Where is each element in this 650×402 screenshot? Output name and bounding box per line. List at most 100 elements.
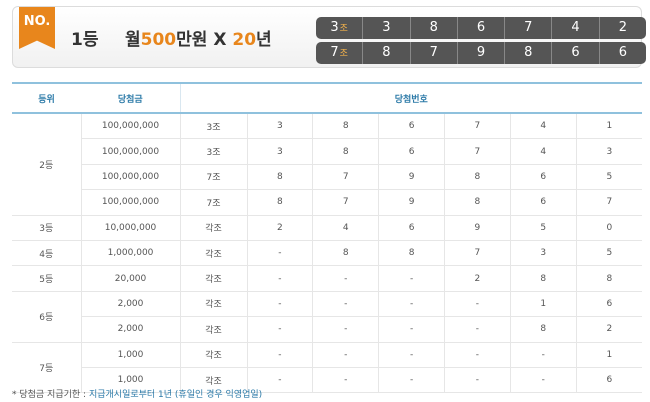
prize-table-body: 2등 100,000,000 3조 3 8 6 7 4 1 100,000,000 3조 3 8 6 7 4 3… [12,113,642,394]
amount-cell: 2,000 [80,316,180,343]
table-row: 4등 1,000,000 각조 -8 8 7 3 5 [12,240,642,267]
table-row: 3등 10,000,000 각조 2 4 6 9 5 0 [12,215,642,241]
prize-suffix: 만원 [176,30,208,50]
group-cell: 7조 [179,164,247,191]
digit-cell: 9 [378,164,445,191]
digit-cell: - [509,342,577,368]
footnote-text: 지급개시일로부터 1년 (휴일인 경우 익영업일) [88,390,263,400]
digit-cell: 8 [409,17,457,39]
digit-cell: 3 [246,113,313,140]
digit-cell: - [312,265,379,292]
digit-cell: - [312,316,379,343]
digit-cell: - [443,291,511,318]
no-badge: NO. [19,7,55,49]
amount-cell: 100,000,000 [80,113,180,140]
digit-cell: 3 [362,17,409,39]
winning-number-row-2: 7조 8 7 9 8 6 6 [316,42,646,64]
digit-cell: 5 [509,215,577,241]
digit-cell: - [378,265,445,292]
prize-years: 20 [232,30,257,50]
winning-number-row-1: 3조 3 8 6 7 4 2 [316,17,646,39]
digit-cell: 8 [443,189,511,216]
group-cell: 각조 [179,215,247,241]
table-row: 2등 100,000,000 3조 3 8 6 7 4 1 [12,113,642,216]
table-row: 2,000 각조 - - - -8 2 [12,316,642,343]
digit-cell: 7 [312,164,379,191]
group-unit: 조 [339,49,348,59]
digit-cell: 7 [409,42,457,64]
group-unit: 조 [339,24,348,34]
header-rank: 등위 [12,82,81,114]
table-row: 100,000,000 7조 8 7 9 8 6 7 [12,189,642,216]
digit-cell: - [246,240,313,267]
amount-cell: 100,000,000 [80,138,180,165]
prize-table: 등위 당첨금 당첨번호 2등 100,000,000 3조 3 8 6 7 4 1 100,000… [12,82,642,394]
digit-cell: 1 [575,113,642,140]
amount-cell: 20,000 [80,265,180,292]
group-cell: 7조 [179,189,247,216]
footnote-label: * 당첨금 지급기한 : [12,390,87,400]
digit-cell: 6 [456,17,504,39]
digit-cell: 8 [378,240,445,267]
amount-cell: 100,000,000 [80,164,180,191]
digit-cell: 6 [509,189,577,216]
group-cell: 3조 [179,113,247,140]
group-cell: 각조 [179,342,247,368]
table-row: 100,000,000 7조 8 7 9 8 6 5 [12,164,642,191]
digit-cell: 6 [378,113,445,140]
digit-cell: 2 [443,265,511,292]
digit-cell: - [378,367,445,394]
digit-cell: 6 [551,42,598,64]
digit-cell: 8 [246,164,313,191]
header-amount: 당첨금 [81,82,180,114]
digit-cell: 0 [575,215,642,241]
digit-cell: 3 [246,138,313,165]
digit-cell: 1 [575,342,642,368]
group-cell: 각조 [179,291,247,318]
digit-cell: 5 [575,164,642,191]
digit-cell: 5 [575,240,642,267]
table-row: 5등 20,000 각조 - - -2 8 8 [12,265,642,292]
digit-cell: 6 [598,42,646,64]
rank-cell: 3등 [12,215,81,241]
digit-cell: 7 [504,17,551,39]
prize-x: X [213,30,227,50]
digit-cell: - [246,342,313,368]
digit-cell: 8 [504,42,551,64]
prize-prefix: 월 [125,30,141,50]
digit-cell: 6 [378,215,445,241]
payment-deadline-note: * 당첨금 지급기한 : 지급개시일로부터 1년 (휴일인 경우 익영업일) [12,387,262,400]
digit-cell: 7 [443,240,511,267]
digit-cell: 6 [575,367,642,394]
digit-cell: 8 [246,189,313,216]
group-cell: 3조 [316,17,362,39]
table-row: 100,000,000 3조 3 8 6 7 4 3 [12,138,642,165]
group-number: 7 [330,45,339,60]
digit-cell: 8 [312,138,379,165]
amount-cell: 2,000 [80,291,180,318]
rank-cell: 6등 [12,291,81,343]
table-row: 6등 2,000 각조 - - - -1 6 [12,291,642,343]
digit-cell: - [443,316,511,343]
digit-cell: 9 [443,215,511,241]
digit-cell: 6 [575,291,642,318]
rank-cell: 2등 [12,113,81,216]
digit-cell: - [246,265,313,292]
digit-cell: 7 [575,189,642,216]
rank-cell: 5등 [12,265,81,292]
digit-cell: 6 [509,164,577,191]
digit-cell: 8 [312,240,379,267]
digit-cell: 2 [575,316,642,343]
prize-years-suffix: 년 [256,30,272,50]
digit-cell: - [312,342,379,368]
digit-cell: 6 [378,138,445,165]
digit-cell: - [378,342,445,368]
digit-cell: 3 [509,240,577,267]
amount-cell: 1,000 [80,342,180,368]
digit-cell: 8 [312,113,379,140]
rank-cell: 7등 [12,342,81,394]
group-number: 3 [330,20,339,35]
group-cell: 각조 [179,240,247,267]
digit-cell: - [509,367,577,394]
rank-cell: 4등 [12,240,81,267]
